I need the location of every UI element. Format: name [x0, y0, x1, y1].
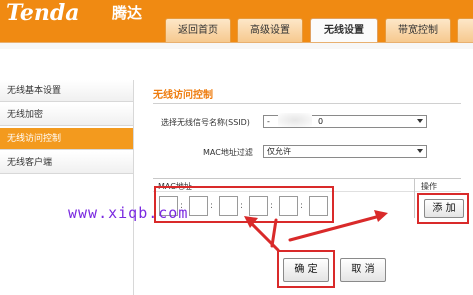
brand-logo: Tenda: [6, 0, 80, 26]
tab-advanced[interactable]: 高级设置: [237, 18, 303, 42]
table-column-divider: [414, 178, 415, 218]
sidebar-divider: [133, 80, 134, 295]
arrow-to-mac-input: [248, 220, 280, 252]
tab-home[interactable]: 返回首页: [165, 18, 231, 42]
mac-filter-label: MAC地址过滤: [203, 148, 253, 157]
action-column-header: 操作: [421, 182, 437, 191]
top-header: Tenda 腾达 返回首页 高级设置 无线设置 带宽控制: [0, 0, 473, 42]
tab-more[interactable]: [457, 18, 473, 42]
chevron-down-icon: [417, 149, 423, 153]
title-divider: [153, 103, 461, 104]
sidebar: 无线基本设置 无线加密 无线访问控制 无线客户端: [0, 80, 133, 295]
arrow-head-icon: [374, 210, 388, 222]
chevron-down-icon: [417, 119, 423, 123]
sidebar-item-encryption[interactable]: 无线加密: [0, 104, 133, 126]
cancel-button[interactable]: 取 消: [340, 258, 386, 282]
arrow-shaft: [270, 218, 278, 248]
mac-filter-value: 仅允许: [267, 147, 291, 156]
sidebar-item-clients[interactable]: 无线客户端: [0, 152, 133, 174]
ok-button-highlight: [277, 250, 335, 288]
ssid-label: 选择无线信号名称(SSID): [161, 118, 250, 127]
sub-bar: [0, 42, 473, 49]
sidebar-item-access-control[interactable]: 无线访问控制: [0, 128, 133, 150]
ssid-value-start: -: [267, 117, 270, 126]
page-title: 无线访问控制: [153, 90, 213, 101]
sidebar-item-basic[interactable]: 无线基本设置: [0, 80, 133, 102]
add-button-highlight: [417, 193, 469, 224]
ssid-redaction-blur: [278, 113, 312, 127]
tab-bandwidth[interactable]: 带宽控制: [385, 18, 451, 42]
brand-name: 腾达: [112, 4, 143, 22]
mac-filter-select[interactable]: 仅允许: [263, 145, 427, 158]
tab-wireless[interactable]: 无线设置: [310, 18, 378, 42]
watermark-text: www.xiqb.com: [68, 204, 189, 222]
ssid-value-end: 0: [318, 117, 324, 126]
